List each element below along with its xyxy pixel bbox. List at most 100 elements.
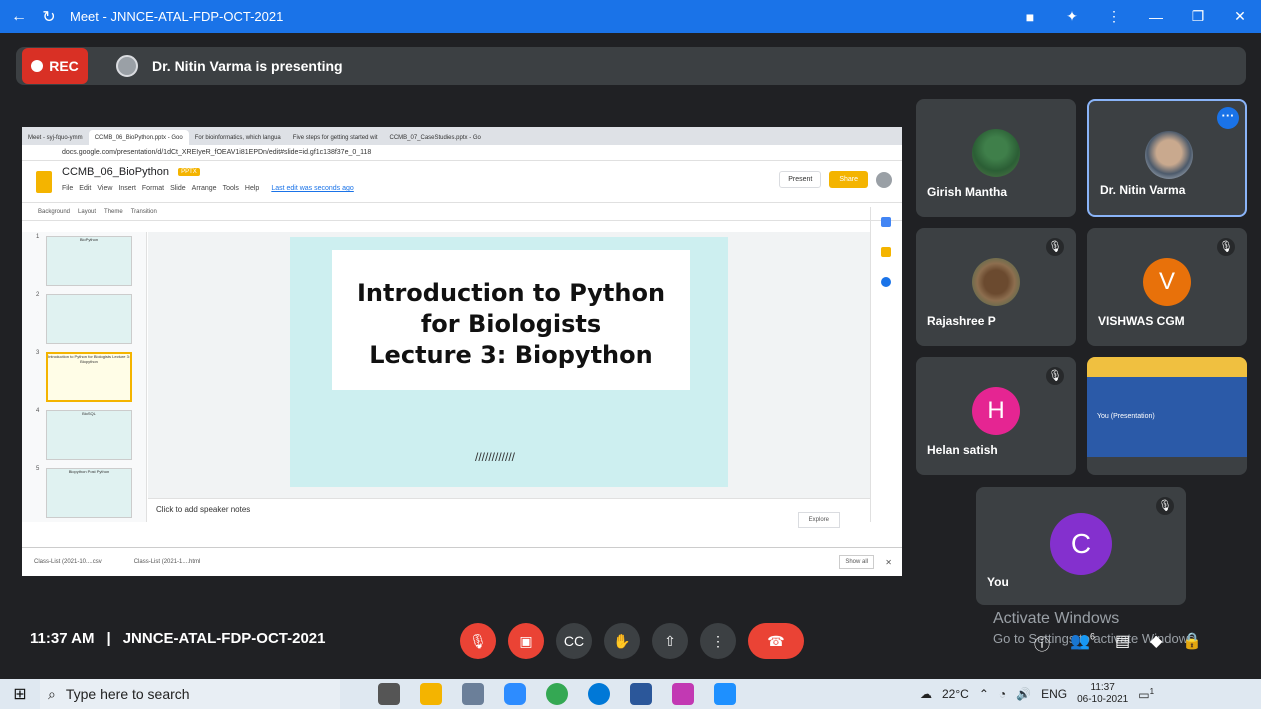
record-dot-icon: [31, 60, 44, 72]
host-controls-icon[interactable]: 🔒: [1182, 631, 1202, 655]
thumb-number: 5: [36, 466, 40, 472]
kebab-menu-icon[interactable]: ⋮: [1093, 8, 1135, 25]
participant-tile-pinned[interactable]: ··· Dr. Nitin Varma: [1087, 99, 1247, 217]
participant-tile[interactable]: Girish Mantha: [916, 99, 1076, 217]
captions-button[interactable]: CC: [556, 623, 592, 659]
share-button: Share: [829, 171, 868, 188]
leave-call-button[interactable]: ☎: [748, 623, 804, 659]
windows-start-icon[interactable]: ⊞: [0, 684, 40, 704]
minimize-button[interactable]: —: [1135, 9, 1177, 25]
photos-app-icon[interactable]: [462, 683, 484, 705]
presenting-bar: REC Dr. Nitin Varma is presenting: [16, 47, 1246, 85]
call-controls: 🎙 ▣ CC ✋ ⇧ ⋮ ☎: [460, 623, 804, 659]
menu-slide: Slide: [170, 185, 186, 192]
temperature: 22°C: [942, 687, 969, 701]
search-icon: ⌕: [48, 685, 56, 702]
network-icon[interactable]: ◔: [999, 687, 1006, 701]
taskbar-search[interactable]: ⌕ Type here to search: [40, 679, 340, 709]
notification-center-icon[interactable]: ▭1: [1138, 687, 1154, 702]
language-indicator[interactable]: ENG: [1041, 687, 1067, 701]
participant-initial-avatar: H: [972, 387, 1020, 435]
app-icon[interactable]: [672, 683, 694, 705]
edge-icon[interactable]: [588, 683, 610, 705]
participant-photo: [972, 129, 1020, 177]
pptx-badge: PPTX: [178, 168, 200, 177]
titlebar-controls: ■ ✦ ⋮ — ❐ ✕: [1009, 0, 1261, 33]
more-options-icon[interactable]: ···: [1217, 107, 1239, 129]
extension-icon[interactable]: ✦: [1051, 8, 1093, 25]
word-icon[interactable]: [630, 683, 652, 705]
doc-actions: Present Share: [779, 171, 892, 188]
people-icon[interactable]: 👥6: [1070, 631, 1095, 655]
slide-thumbnail: Biopython Post Python: [46, 468, 132, 518]
menu-insert: Insert: [118, 185, 136, 192]
browser-titlebar: ← ↻ Meet - JNNCE-ATAL-FDP-OCT-2021 ■ ✦ ⋮…: [0, 0, 1261, 33]
toolbar-transition: Transition: [130, 208, 157, 215]
participant-tile[interactable]: 🎙 Rajashree P: [916, 228, 1076, 346]
taskbar-clock[interactable]: 11:37 06-10-2021: [1077, 682, 1128, 706]
browser-tab: For bioinformatics, which langua: [194, 134, 281, 141]
camera-icon[interactable]: ■: [1009, 9, 1051, 25]
presentation-tile[interactable]: You (Presentation): [1087, 357, 1247, 475]
raise-hand-button[interactable]: ✋: [604, 623, 640, 659]
download-item: Class-List (2021-10....csv: [34, 559, 102, 565]
clock-date: 06-10-2021: [1077, 694, 1129, 705]
taskbar-apps: [378, 683, 736, 705]
present-button: Present: [779, 171, 822, 188]
speaker-notes: Click to add speaker notes Explore: [148, 498, 870, 541]
browser-tab: CCMB_07_CaseStudies.pptx - Go: [389, 134, 481, 141]
doc-menu: File Edit View Insert Format Slide Arran…: [62, 185, 354, 192]
participant-photo: [972, 258, 1020, 306]
restore-button[interactable]: ❐: [1177, 8, 1219, 25]
close-button[interactable]: ✕: [1219, 8, 1261, 25]
slide-title-line: Introduction to Python: [356, 279, 666, 307]
toolbar-theme: Theme: [104, 208, 123, 215]
info-icon[interactable]: ⓘ: [1034, 631, 1050, 655]
chat-icon[interactable]: ▤: [1115, 631, 1130, 655]
weather-icon[interactable]: ☁: [920, 687, 932, 701]
activities-icon[interactable]: ◆: [1150, 631, 1162, 655]
photos-icon[interactable]: [714, 683, 736, 705]
recording-badge: REC: [22, 48, 88, 84]
present-now-button[interactable]: ⇧: [652, 623, 688, 659]
downloads-bar: Class-List (2021-10....csv Class-List (2…: [22, 547, 902, 576]
mic-off-button[interactable]: 🎙: [460, 623, 496, 659]
camera-off-button[interactable]: ▣: [508, 623, 544, 659]
task-view-icon[interactable]: [378, 683, 400, 705]
menu-edit: Edit: [79, 185, 92, 192]
volume-icon[interactable]: 🔊: [1016, 687, 1031, 701]
participant-name: VISHWAS CGM: [1098, 314, 1185, 328]
slide-canvas: Introduction to Python for Biologists Le…: [148, 232, 870, 498]
chevron-up-icon[interactable]: ⌃: [979, 687, 989, 701]
slides-toolbar: Background Layout Theme Transition: [22, 203, 902, 221]
participant-name: Helan satish: [927, 443, 998, 457]
chrome-icon[interactable]: [546, 683, 568, 705]
file-explorer-icon[interactable]: [420, 683, 442, 705]
participant-name: Girish Mantha: [927, 185, 1008, 199]
reload-icon[interactable]: ↻: [38, 7, 60, 27]
meeting-info: 11:37 AM | JNNCE-ATAL-FDP-OCT-2021: [30, 630, 325, 647]
thumb-number: 4: [36, 408, 40, 414]
self-tile[interactable]: C 🎙 You: [976, 487, 1186, 605]
windows-taskbar: ⊞ ⌕ Type here to search ☁ 22°C ⌃ ◔ 🔊 ENG…: [0, 679, 1261, 709]
participant-tile[interactable]: H 🎙 Helan satish: [916, 357, 1076, 475]
back-icon[interactable]: ←: [8, 8, 30, 26]
more-options-button[interactable]: ⋮: [700, 623, 736, 659]
zoom-icon[interactable]: [504, 683, 526, 705]
window-title: Meet - JNNCE-ATAL-FDP-OCT-2021: [70, 9, 284, 24]
doc-title: CCMB_06_BioPython: [62, 166, 170, 178]
participant-count: 6: [1089, 631, 1095, 642]
last-edit-link: Last edit was seconds ago: [271, 185, 354, 192]
self-initial-avatar: C: [1050, 513, 1112, 575]
meeting-code: JNNCE-ATAL-FDP-OCT-2021: [122, 630, 326, 647]
show-all-button: Show all: [839, 555, 874, 569]
presentation-banner: [1087, 357, 1247, 379]
presenter-avatar: [116, 55, 138, 77]
slides-logo-icon: [36, 170, 52, 193]
presentation-caption: You (Presentation): [1097, 413, 1155, 420]
calendar-icon: [881, 217, 891, 227]
browser-tab: Meet - syj-fquo-ymm: [28, 134, 83, 141]
toolbar-layout: Layout: [78, 208, 97, 215]
participant-tile[interactable]: V 🎙 VISHWAS CGM: [1087, 228, 1247, 346]
download-item: Class-List (2021-1....html: [133, 559, 201, 565]
